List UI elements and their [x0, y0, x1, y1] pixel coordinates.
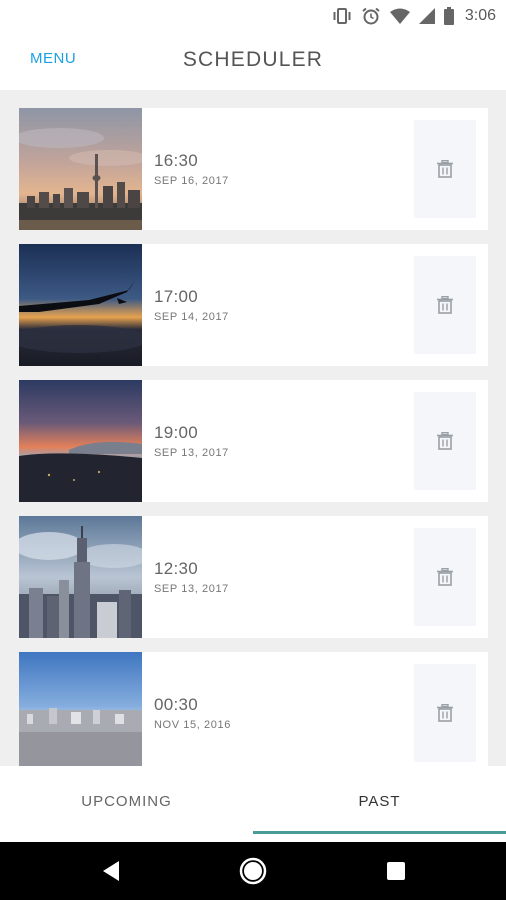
- home-button[interactable]: [238, 856, 268, 886]
- schedule-time: 16:30: [154, 151, 199, 170]
- status-bar: 3:06: [0, 0, 506, 32]
- wifi-icon: [389, 8, 410, 24]
- cellular-icon: [418, 8, 435, 24]
- tab-bar: UPCOMING PAST: [0, 766, 506, 836]
- tab-indicator: [253, 831, 506, 834]
- schedule-time: 00:30: [154, 695, 199, 714]
- schedule-date: SEP 13, 2017: [154, 583, 229, 595]
- delete-button[interactable]: [414, 664, 476, 762]
- thumbnail-image: [19, 244, 142, 366]
- page-title: SCHEDULER: [182, 48, 324, 71]
- schedule-date: NOV 15, 2016: [154, 719, 231, 731]
- schedule-card[interactable]: 17:00 SEP 14, 2017: [19, 244, 488, 366]
- trash-icon: [437, 704, 453, 722]
- tab-upcoming[interactable]: UPCOMING: [0, 766, 253, 836]
- app-bar: MENU SCHEDULER: [0, 32, 506, 90]
- status-time: 3:06: [464, 7, 496, 24]
- schedule-time: 12:30: [154, 559, 199, 578]
- thumbnail-image: [19, 652, 142, 766]
- schedule-card[interactable]: 12:30 SEP 13, 2017: [19, 516, 488, 638]
- battery-icon: [443, 7, 454, 25]
- trash-icon: [437, 432, 453, 450]
- schedule-date: SEP 16, 2017: [154, 175, 229, 187]
- schedule-card[interactable]: 19:00 SEP 13, 2017: [19, 380, 488, 502]
- tab-past[interactable]: PAST: [253, 766, 506, 836]
- thumbnail-image: [19, 516, 142, 638]
- vibrate-icon: [333, 8, 351, 24]
- home-icon: [239, 857, 267, 885]
- delete-button[interactable]: [414, 392, 476, 490]
- thumbnail-image: [19, 380, 142, 502]
- recents-icon: [387, 862, 405, 880]
- system-nav-bar: [0, 842, 506, 900]
- thumbnail-image: [19, 108, 142, 230]
- trash-icon: [437, 568, 453, 586]
- schedule-card[interactable]: 00:30 NOV 15, 2016: [19, 652, 488, 766]
- delete-button[interactable]: [414, 528, 476, 626]
- schedule-card[interactable]: 16:30 SEP 16, 2017: [19, 108, 488, 230]
- schedule-date: SEP 13, 2017: [154, 447, 229, 459]
- recents-button[interactable]: [381, 856, 411, 886]
- schedule-time: 19:00: [154, 423, 199, 442]
- schedule-date: SEP 14, 2017: [154, 311, 229, 323]
- back-button[interactable]: [96, 856, 126, 886]
- trash-icon: [437, 160, 453, 178]
- schedule-time: 17:00: [154, 287, 199, 306]
- schedule-list[interactable]: 16:30 SEP 16, 2017 17:00 SEP 14, 2017 19…: [0, 90, 506, 766]
- back-icon: [103, 861, 119, 881]
- delete-button[interactable]: [414, 256, 476, 354]
- trash-icon: [437, 296, 453, 314]
- delete-button[interactable]: [414, 120, 476, 218]
- alarm-icon: [362, 7, 380, 25]
